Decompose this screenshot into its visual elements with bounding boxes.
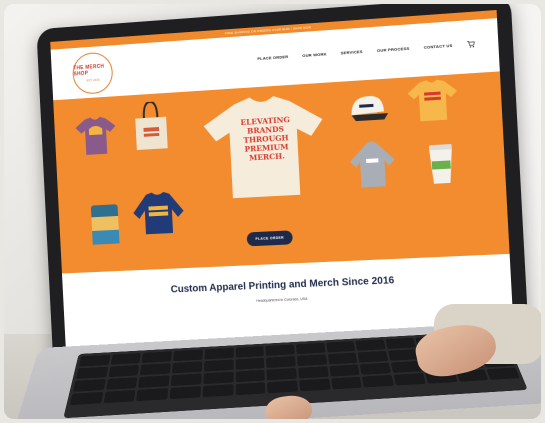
- tote-bag-icon: [135, 101, 168, 151]
- site-logo[interactable]: THE MERCH SHOP EST. 2016: [71, 51, 114, 96]
- hoodie-icon: [348, 140, 397, 189]
- nav-our-work[interactable]: OUR WORK: [302, 51, 327, 58]
- tee-icon: [406, 78, 459, 123]
- photo-background: FREE SHIPPING ON ORDERS OVER $100 • SHOP…: [4, 4, 541, 419]
- can-icon: [90, 204, 120, 245]
- nav-services[interactable]: SERVICES: [341, 48, 363, 55]
- cart-icon[interactable]: [467, 40, 476, 48]
- nav-contact-us[interactable]: CONTACT US: [424, 42, 453, 49]
- place-order-button[interactable]: PLACE ORDER: [246, 230, 293, 247]
- cup-icon: [428, 144, 454, 184]
- tee-icon: [74, 115, 117, 156]
- sweatshirt-icon: [132, 190, 185, 235]
- cap-icon: [350, 95, 389, 122]
- hero-headline: ELEVATING BRANDS THROUGH PREMIUM MERCH.: [228, 114, 305, 163]
- nav-our-process[interactable]: OUR PROCESS: [377, 45, 410, 52]
- laptop-screen: FREE SHIPPING ON ORDERS OVER $100 • SHOP…: [50, 9, 515, 352]
- logo-text: THE MERCH SHOP: [73, 63, 105, 78]
- main-nav: PLACE ORDER OUR WORK SERVICES OUR PROCES…: [257, 40, 475, 61]
- nav-place-order[interactable]: PLACE ORDER: [257, 53, 288, 60]
- hero-banner: ELEVATING BRANDS THROUGH PREMIUM MERCH.: [53, 71, 510, 274]
- logo-subtext: EST. 2016: [86, 77, 100, 83]
